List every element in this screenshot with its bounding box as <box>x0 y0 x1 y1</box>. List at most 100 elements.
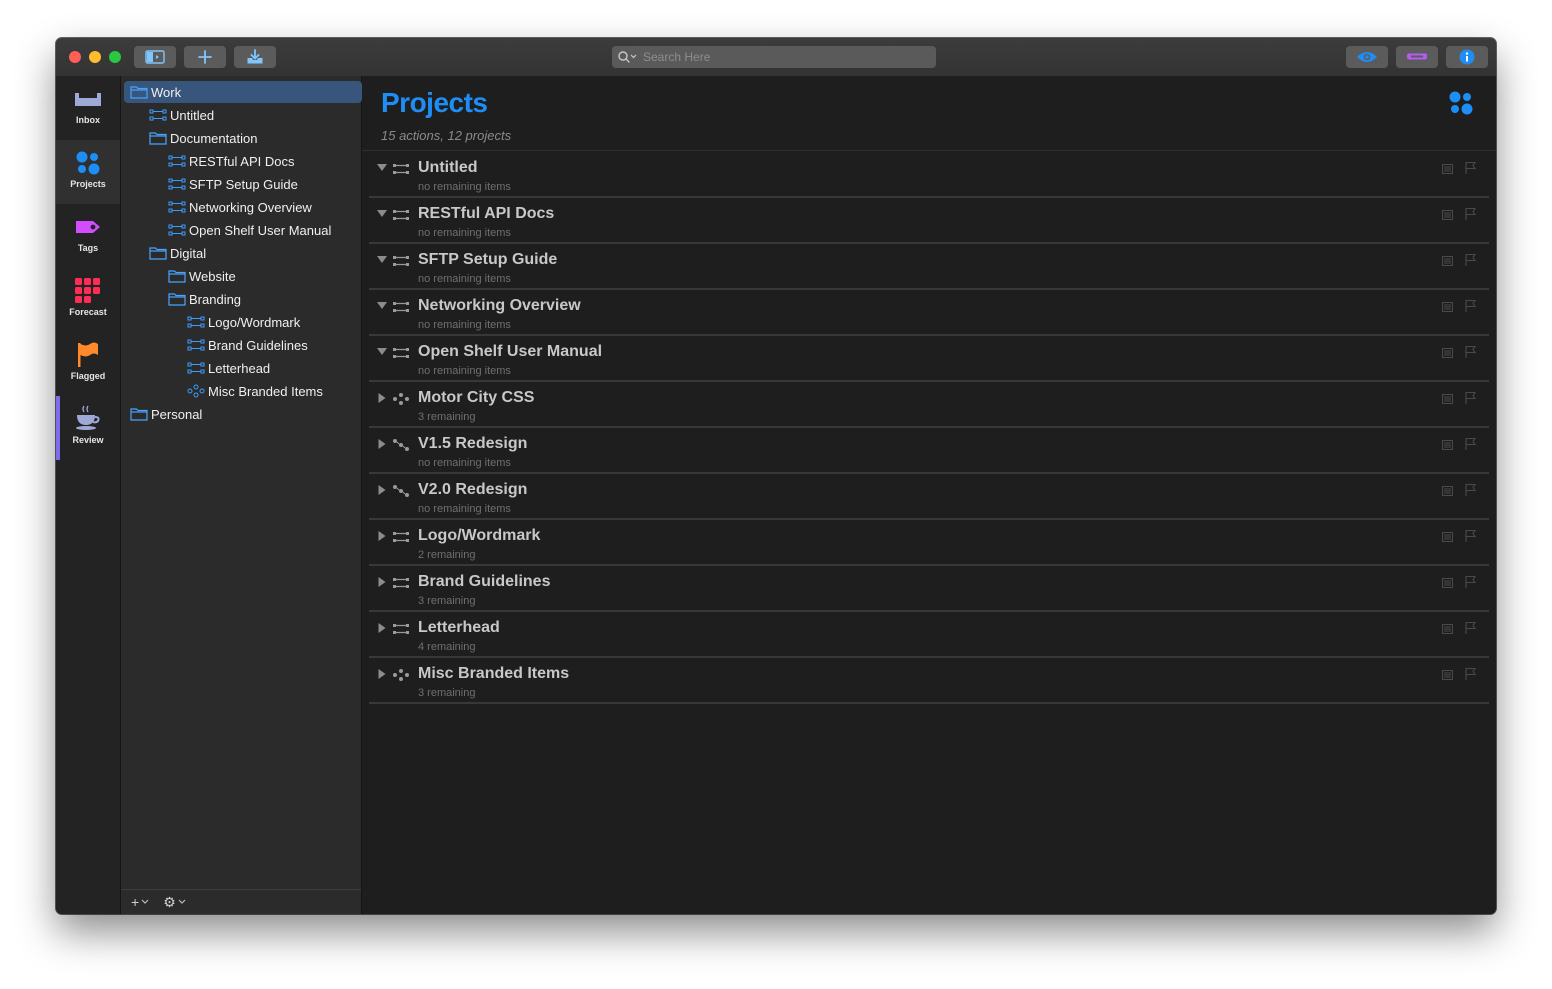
sidebar-item[interactable]: Misc Branded Items <box>124 380 362 402</box>
project-title[interactable]: Logo/Wordmark <box>418 527 540 545</box>
add-label: + <box>131 894 140 910</box>
flag-toggle-icon[interactable] <box>1465 621 1477 635</box>
note-icon[interactable] <box>1442 440 1453 450</box>
project-title[interactable]: V2.0 Redesign <box>418 481 527 499</box>
flag-toggle-icon[interactable] <box>1465 667 1477 681</box>
flag-toggle-icon[interactable] <box>1465 161 1477 175</box>
note-icon[interactable] <box>1442 302 1453 312</box>
note-icon[interactable] <box>1442 624 1453 634</box>
project-title[interactable]: SFTP Setup Guide <box>418 251 557 269</box>
project-type-icon <box>392 300 410 319</box>
disclosure-expanded-icon[interactable] <box>377 347 387 357</box>
note-icon[interactable] <box>1442 256 1453 266</box>
rail-item-inbox[interactable]: Inbox <box>56 76 120 140</box>
project-row[interactable]: Brand Guidelines 3 remaining <box>369 566 1489 612</box>
note-icon[interactable] <box>1442 532 1453 542</box>
project-row[interactable]: RESTful API Docs no remaining items <box>369 198 1489 244</box>
rail-item-tags[interactable]: Tags <box>56 204 120 268</box>
sidebar-toggle-button[interactable] <box>134 46 176 68</box>
sidebar-item[interactable]: Website <box>124 265 362 287</box>
flag-toggle-icon[interactable] <box>1465 437 1477 451</box>
disclosure-collapsed-icon[interactable] <box>377 623 387 633</box>
sidebar-item[interactable]: Brand Guidelines <box>124 334 362 356</box>
flag-toggle-icon[interactable] <box>1465 299 1477 313</box>
search-field[interactable] <box>612 46 936 68</box>
sidebar-item[interactable]: Work <box>124 81 362 103</box>
note-icon[interactable] <box>1442 486 1453 496</box>
inbox-icon <box>75 93 101 106</box>
flag-toggle-icon[interactable] <box>1465 253 1477 267</box>
note-icon[interactable] <box>1442 670 1453 680</box>
sidebar-item[interactable]: Untitled <box>124 104 362 126</box>
disclosure-expanded-icon[interactable] <box>377 301 387 311</box>
disclosure-collapsed-icon[interactable] <box>377 669 387 679</box>
project-row[interactable]: Letterhead 4 remaining <box>369 612 1489 658</box>
rail-item-projects[interactable]: Projects <box>56 140 120 204</box>
project-title[interactable]: V1.5 Redesign <box>418 435 527 453</box>
project-title[interactable]: Untitled <box>418 159 478 177</box>
disclosure-collapsed-icon[interactable] <box>377 531 387 541</box>
note-icon[interactable] <box>1442 164 1453 174</box>
disclosure-collapsed-icon[interactable] <box>377 393 387 403</box>
quick-entry-button[interactable] <box>234 46 276 68</box>
project-row[interactable]: V1.5 Redesign no remaining items <box>369 428 1489 474</box>
sidebar-item[interactable]: Digital <box>124 242 362 264</box>
rail-item-review[interactable]: Review <box>56 396 120 460</box>
project-title[interactable]: RESTful API Docs <box>418 205 554 223</box>
project-row[interactable]: Motor City CSS 3 remaining <box>369 382 1489 428</box>
rail-item-forecast[interactable]: Forecast <box>56 268 120 332</box>
disclosure-expanded-icon[interactable] <box>377 255 387 265</box>
disclosure-collapsed-icon[interactable] <box>377 577 387 587</box>
perspective-bar-button[interactable] <box>1396 46 1438 68</box>
project-title[interactable]: Motor City CSS <box>418 389 534 407</box>
disclosure-expanded-icon[interactable] <box>377 163 387 173</box>
flag-toggle-icon[interactable] <box>1465 391 1477 405</box>
project-status: 2 remaining <box>418 549 476 561</box>
flag-toggle-icon[interactable] <box>1465 575 1477 589</box>
sidebar-item[interactable]: Letterhead <box>124 357 362 379</box>
flag-toggle-icon[interactable] <box>1465 483 1477 497</box>
flag-toggle-icon[interactable] <box>1465 207 1477 221</box>
project-title[interactable]: Letterhead <box>418 619 500 637</box>
inspector-button[interactable] <box>1446 46 1488 68</box>
sidebar-item[interactable]: Logo/Wordmark <box>124 311 362 333</box>
rail-item-flagged[interactable]: Flagged <box>56 332 120 396</box>
project-title[interactable]: Networking Overview <box>418 297 581 315</box>
flag-toggle-icon[interactable] <box>1465 529 1477 543</box>
project-row[interactable]: SFTP Setup Guide no remaining items <box>369 244 1489 290</box>
disclosure-collapsed-icon[interactable] <box>377 485 387 495</box>
close-window-button[interactable] <box>69 51 81 63</box>
project-row[interactable]: Misc Branded Items 3 remaining <box>369 658 1489 704</box>
project-row[interactable]: Untitled no remaining items <box>369 152 1489 198</box>
minimize-window-button[interactable] <box>89 51 101 63</box>
add-folder-button[interactable]: + <box>131 894 149 910</box>
sequential-project-icon <box>187 362 205 374</box>
note-icon[interactable] <box>1442 394 1453 404</box>
project-row[interactable]: Logo/Wordmark 2 remaining <box>369 520 1489 566</box>
project-title[interactable]: Misc Branded Items <box>418 665 569 683</box>
sidebar-item[interactable]: Networking Overview <box>124 196 362 218</box>
sidebar-item[interactable]: Personal <box>124 403 362 425</box>
project-title[interactable]: Brand Guidelines <box>418 573 550 591</box>
zoom-window-button[interactable] <box>109 51 121 63</box>
project-row[interactable]: Networking Overview no remaining items <box>369 290 1489 336</box>
sidebar-item[interactable]: SFTP Setup Guide <box>124 173 362 195</box>
note-icon[interactable] <box>1442 348 1453 358</box>
project-row[interactable]: Open Shelf User Manual no remaining items <box>369 336 1489 382</box>
new-item-button[interactable] <box>184 46 226 68</box>
sidebar-item[interactable]: Open Shelf User Manual <box>124 219 362 241</box>
search-input[interactable] <box>643 50 923 64</box>
flag-toggle-icon[interactable] <box>1465 345 1477 359</box>
disclosure-expanded-icon[interactable] <box>377 209 387 219</box>
note-icon[interactable] <box>1442 578 1453 588</box>
note-icon[interactable] <box>1442 210 1453 220</box>
view-options-button[interactable] <box>1346 46 1388 68</box>
sidebar-item[interactable]: RESTful API Docs <box>124 150 362 172</box>
disclosure-collapsed-icon[interactable] <box>377 439 387 449</box>
project-row[interactable]: V2.0 Redesign no remaining items <box>369 474 1489 520</box>
project-title[interactable]: Open Shelf User Manual <box>418 343 602 361</box>
settings-menu-button[interactable]: ⚙ <box>163 894 186 911</box>
view-eye-icon <box>1357 52 1377 62</box>
sidebar-item[interactable]: Branding <box>124 288 362 310</box>
sidebar-item[interactable]: Documentation <box>124 127 362 149</box>
